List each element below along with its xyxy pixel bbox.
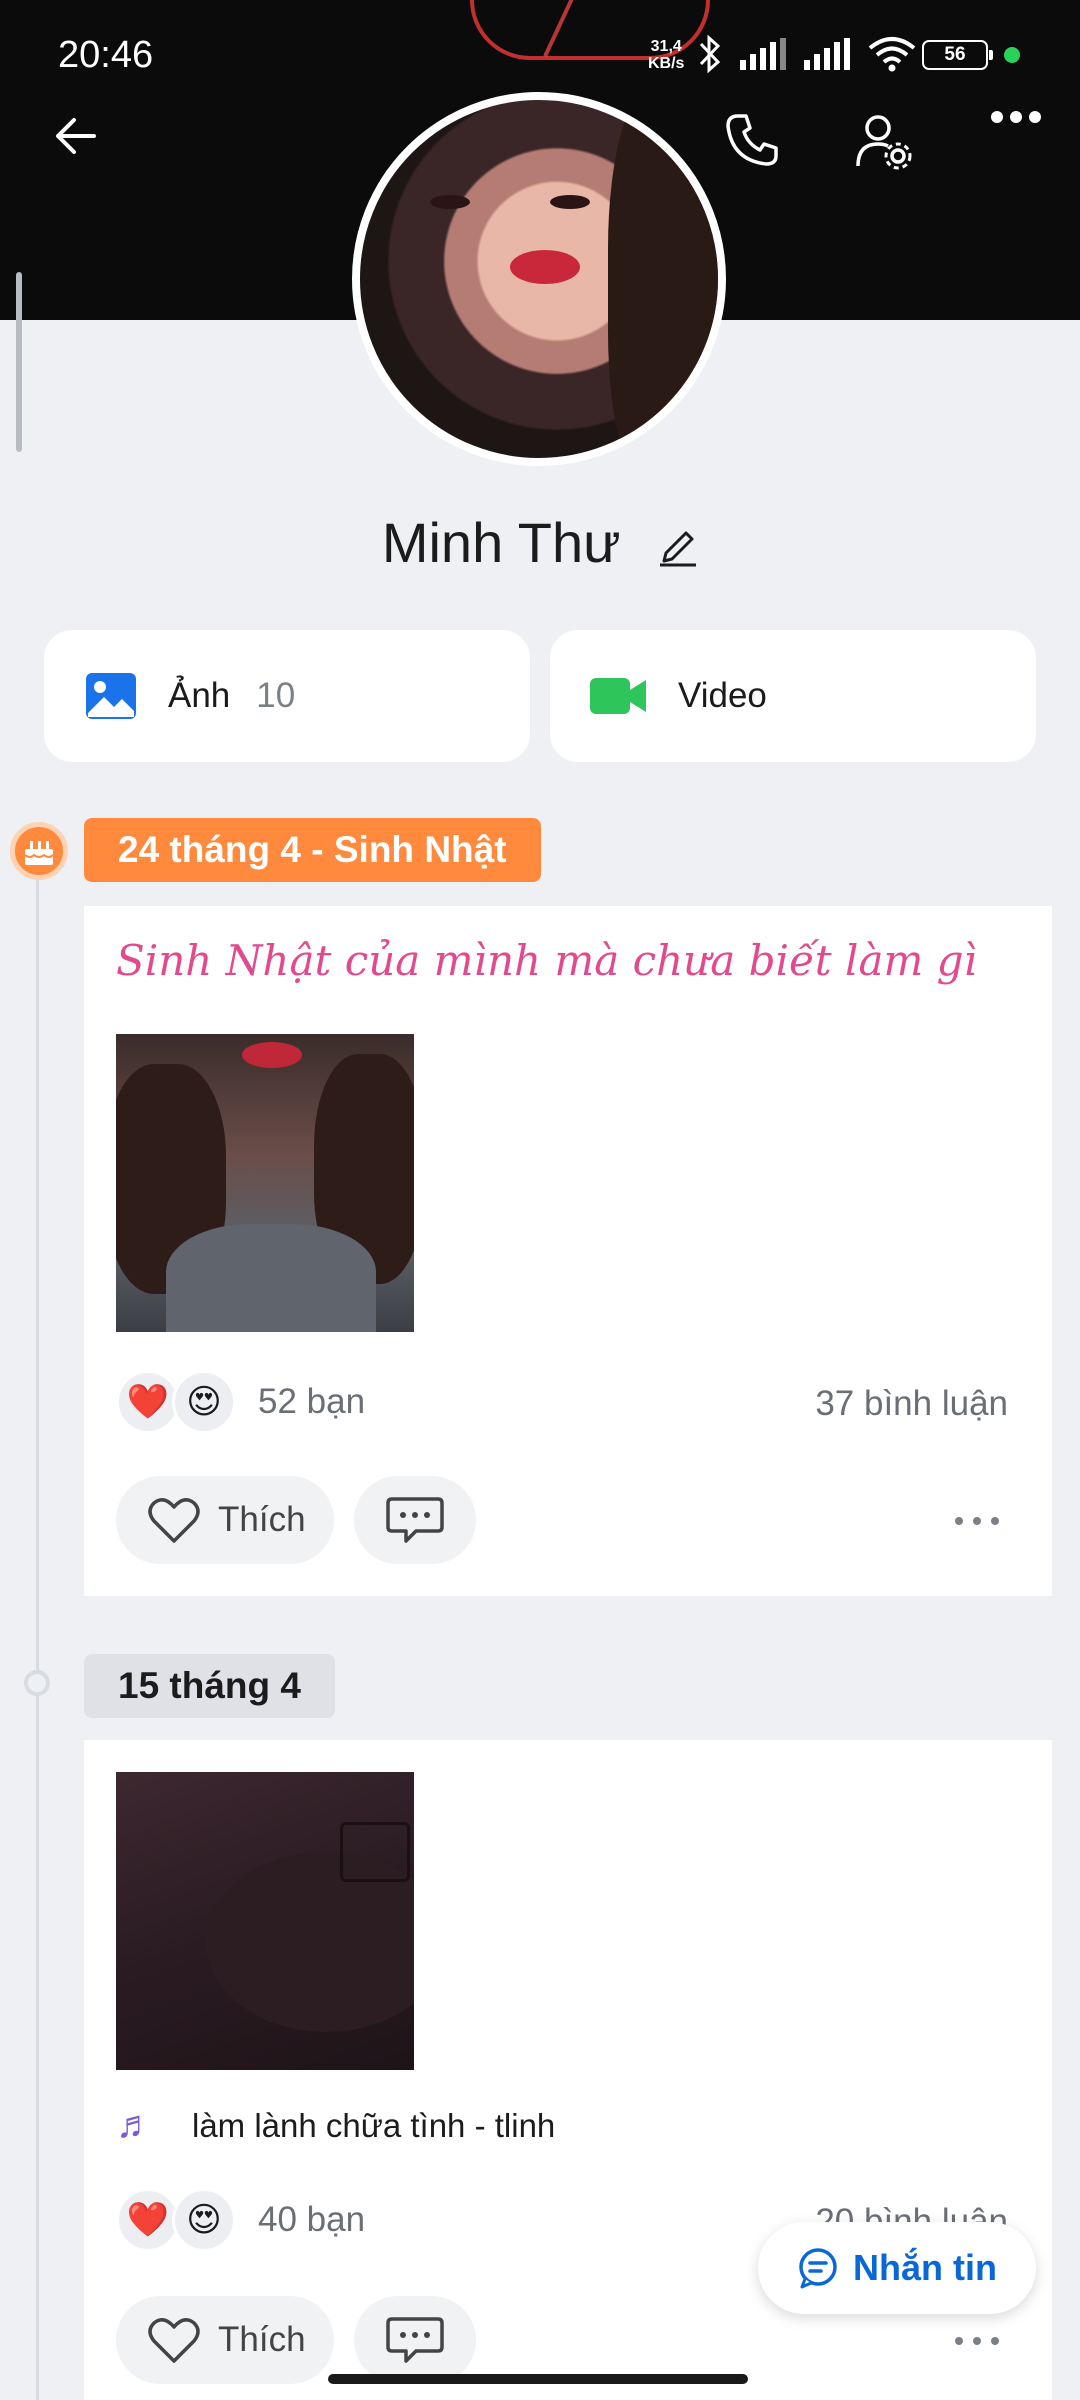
edit-name-button[interactable]: [658, 515, 698, 580]
reaction-summary[interactable]: ❤️ 😍 52 bạn: [116, 1370, 365, 1434]
like-label: Thích: [218, 2320, 306, 2359]
timeline-line: [36, 860, 39, 2400]
heart-reaction-icon: ❤️: [116, 1370, 180, 1434]
more-horizontal-icon: [955, 2337, 999, 2345]
post-date-tag: 24 tháng 4 - Sinh Nhật: [84, 818, 541, 882]
more-options-button[interactable]: [976, 110, 1056, 124]
back-arrow-icon: [56, 118, 96, 154]
photos-label: Ảnh: [168, 676, 231, 715]
reaction-count: 52 bạn: [258, 1382, 366, 1421]
heart-eyes-reaction-icon: 😍: [172, 1370, 236, 1434]
chat-bubble-icon: [799, 2248, 837, 2289]
message-button[interactable]: Nhắn tin: [758, 2222, 1036, 2314]
comment-count[interactable]: 37 bình luận: [815, 1384, 1008, 1424]
post-date-tag: 15 tháng 4: [84, 1654, 335, 1718]
photos-count: 10: [256, 676, 296, 715]
comment-bubble-icon: [386, 2317, 444, 2363]
back-button[interactable]: [36, 110, 116, 162]
profile-name-row: Minh Thư: [0, 510, 1080, 580]
post-photo[interactable]: [116, 1772, 414, 2070]
image-icon: [86, 673, 136, 719]
video-button[interactable]: Video: [550, 630, 1036, 762]
reaction-count: 40 bạn: [258, 2200, 366, 2239]
music-note-icon: ♬: [116, 2104, 154, 2146]
bluetooth-icon: [699, 34, 721, 74]
network-speed: 31,4 KB/s: [648, 38, 684, 72]
video-camera-icon: [590, 678, 646, 714]
like-button[interactable]: Thích: [116, 2296, 334, 2384]
network-speed-value: 31,4: [650, 38, 682, 55]
pencil-icon: [660, 531, 697, 567]
like-label: Thích: [218, 1500, 306, 1539]
network-speed-unit: KB/s: [648, 55, 685, 72]
post-photo[interactable]: [116, 1034, 414, 1332]
heart-outline-icon: [148, 1498, 200, 1543]
comment-button[interactable]: [354, 2296, 476, 2384]
music-title: làm lành chữa tình - tlinh: [192, 2106, 556, 2144]
birthday-cake-icon: [10, 822, 68, 880]
user-settings-icon: [856, 115, 912, 170]
profile-avatar[interactable]: [352, 92, 726, 466]
more-horizontal-icon: [991, 111, 1041, 123]
post-status-text: Sinh Nhật của mình mà chưa biết làm gì: [116, 936, 977, 985]
post-more-button[interactable]: [954, 1496, 1000, 1535]
photos-button[interactable]: Ảnh 10: [44, 630, 530, 762]
message-label: Nhắn tin: [853, 2247, 997, 2288]
privacy-dot: [1004, 47, 1020, 63]
more-horizontal-icon: [955, 1517, 999, 1525]
status-time: 20:46: [58, 34, 154, 76]
post-more-button[interactable]: [954, 2316, 1000, 2355]
scroll-indicator: [16, 272, 22, 452]
signal-icon: [804, 38, 850, 70]
post-music[interactable]: ♬ làm lành chữa tình - tlinh: [116, 2104, 555, 2147]
timeline-node: [24, 1670, 50, 1696]
call-button[interactable]: [712, 110, 792, 170]
signal-icon: [740, 38, 786, 70]
post-card[interactable]: Sinh Nhật của mình mà chưa biết làm gì ❤…: [84, 906, 1052, 1596]
profile-settings-button[interactable]: [844, 110, 924, 174]
heart-reaction-icon: ❤️: [116, 2188, 180, 2252]
phone-icon: [726, 114, 778, 166]
wifi-icon: [868, 37, 916, 72]
profile-name: Minh Thư: [381, 511, 621, 574]
comment-bubble-icon: [386, 1497, 444, 1543]
reaction-summary[interactable]: ❤️ 😍 40 bạn: [116, 2188, 365, 2252]
home-indicator[interactable]: [328, 2374, 748, 2384]
comment-button[interactable]: [354, 1476, 476, 1564]
heart-eyes-reaction-icon: 😍: [172, 2188, 236, 2252]
battery-indicator: 56: [922, 40, 993, 70]
like-button[interactable]: Thích: [116, 1476, 334, 1564]
video-label: Video: [678, 676, 767, 715]
heart-outline-icon: [148, 2318, 200, 2363]
